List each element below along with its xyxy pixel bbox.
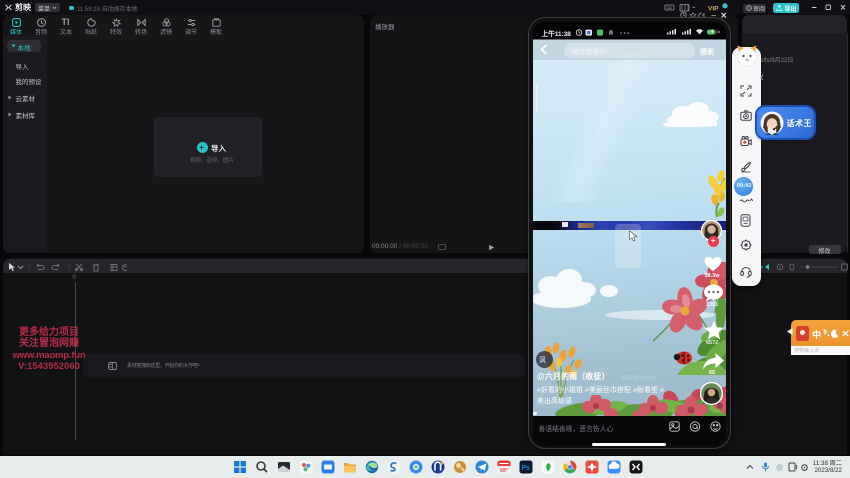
svg-text:Ps: Ps: [522, 465, 531, 472]
svg-text:VIP: VIP: [708, 6, 719, 13]
